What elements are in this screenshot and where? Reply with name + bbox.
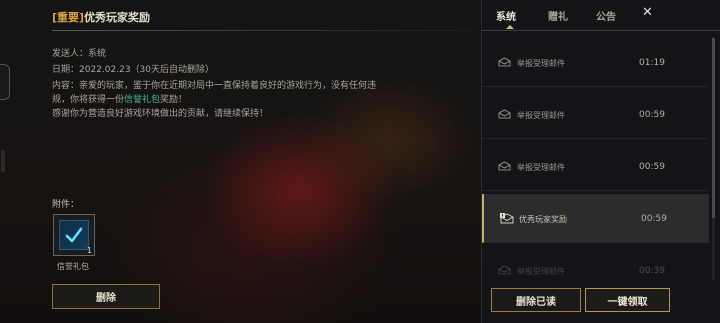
delete-read-button[interactable]: 删除已读 bbox=[491, 288, 581, 312]
mail-time: 00:59 bbox=[639, 162, 665, 172]
mail-list-item[interactable]: 举报受理邮件 01:19 bbox=[482, 38, 707, 87]
mail-list-item[interactable]: 举报受理邮件 00:59 bbox=[482, 142, 707, 191]
envelope-open-icon bbox=[498, 265, 511, 275]
date-label: 日期： bbox=[52, 65, 80, 75]
scrollbar-thumb[interactable] bbox=[712, 38, 715, 218]
close-icon[interactable]: ✕ bbox=[642, 5, 653, 20]
mail-list[interactable]: 举报受理邮件 01:19 举报受理邮件 00:59 举报受理邮件 00:59 优… bbox=[482, 38, 720, 282]
mail-subject: 举报受理邮件 bbox=[517, 267, 565, 276]
side-collapse-handle[interactable] bbox=[0, 64, 10, 100]
mail-list-item-selected[interactable]: 优秀玩家奖励 00:59 bbox=[482, 194, 709, 243]
tab-announcements[interactable]: 公告 bbox=[596, 8, 616, 23]
mail-list-item[interactable]: 举报受理邮件 00:39 bbox=[482, 246, 707, 282]
envelope-important-icon bbox=[500, 213, 514, 224]
side-edge-marker bbox=[1, 150, 5, 172]
mail-list-item[interactable]: 举报受理邮件 00:59 bbox=[482, 90, 707, 139]
attachment-label: 附件： bbox=[52, 200, 80, 210]
mail-subject: 举报受理邮件 bbox=[517, 111, 565, 120]
mail-content: 内容：亲爱的玩家，鉴于你在近期对局中一直保持着良好的游戏行为，没有任何违规，你将… bbox=[52, 79, 387, 121]
title-divider bbox=[52, 30, 472, 31]
mail-title: [重要]优秀玩家奖励 bbox=[52, 9, 150, 25]
date-line: 日期：2022.02.23（30天后自动删除） bbox=[52, 62, 214, 75]
sender-line: 发送人：系统 bbox=[52, 46, 106, 59]
sender-value: 系统 bbox=[88, 49, 107, 59]
active-tab-caret-icon bbox=[506, 25, 514, 29]
attachment-item[interactable]: 1 bbox=[53, 214, 95, 256]
content-text-end: 奖励！ bbox=[160, 95, 188, 105]
tabs-divider bbox=[482, 30, 720, 31]
mail-time: 00:39 bbox=[639, 266, 665, 276]
mail-tabs: 系统 赠礼 公告 ✕ bbox=[482, 0, 720, 30]
attachment-name: 信誉礼包 bbox=[57, 262, 89, 271]
mail-list-panel: 系统 赠礼 公告 ✕ 举报受理邮件 01:19 举报受理邮件 00:59 举报受… bbox=[481, 0, 720, 323]
check-gift-icon bbox=[59, 220, 89, 250]
mail-subject: 优秀玩家奖励 bbox=[519, 215, 567, 224]
mail-title-text: 优秀玩家奖励 bbox=[84, 11, 151, 24]
content-highlight: 信誉礼包 bbox=[124, 95, 161, 105]
mail-list-scrollbar[interactable] bbox=[712, 38, 715, 280]
claim-all-button[interactable]: 一键领取 bbox=[585, 288, 670, 312]
mail-time: 01:19 bbox=[639, 58, 665, 68]
envelope-open-icon bbox=[498, 109, 511, 119]
expiry-note: （30天后自动删除） bbox=[130, 65, 214, 75]
content-thanks: 感谢你为营造良好游戏环境做出的贡献，请继续保持！ bbox=[52, 109, 269, 119]
content-text: 内容：亲爱的玩家，鉴于你在近期对局中一直保持着良好的游戏行为，没有任何违规，你将… bbox=[52, 81, 377, 105]
envelope-open-icon bbox=[498, 57, 511, 67]
mail-time: 00:59 bbox=[639, 110, 665, 120]
attachment-count: 1 bbox=[86, 246, 92, 255]
mail-detail-panel: [重要]优秀玩家奖励 发送人：系统 日期：2022.02.23（30天后自动删除… bbox=[0, 0, 481, 323]
mail-subject: 举报受理邮件 bbox=[517, 59, 565, 68]
delete-button[interactable]: 删除 bbox=[52, 284, 160, 309]
tab-system[interactable]: 系统 bbox=[496, 8, 516, 23]
mail-subject: 举报受理邮件 bbox=[517, 163, 565, 172]
envelope-open-icon bbox=[498, 161, 511, 171]
date-value: 2022.02.23 bbox=[79, 65, 131, 75]
tab-gifts[interactable]: 赠礼 bbox=[548, 8, 568, 23]
sender-label: 发送人： bbox=[52, 49, 89, 59]
important-tag: [重要] bbox=[52, 11, 85, 24]
mail-time: 00:59 bbox=[641, 214, 667, 224]
